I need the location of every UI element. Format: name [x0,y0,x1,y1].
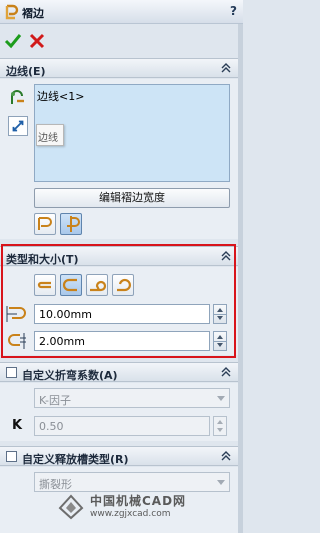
hem-inside-button[interactable] [34,213,56,235]
edge-select-icon [11,90,24,104]
bend-allowance-section-title: 自定义折弯系数(A) [22,369,118,382]
window-title: 褶边 [22,7,44,20]
relief-type-checkbox[interactable] [6,451,17,462]
hem-outside-button[interactable] [60,213,82,235]
right-edge-scrollbar[interactable] [238,24,243,533]
bend-allowance-type-select: K-因子 [34,388,230,408]
chevron-down-icon [217,396,225,401]
bend-allowance-checkbox[interactable] [6,367,17,378]
collapse-chevron-icon[interactable] [220,62,232,74]
hem-feature-icon [5,4,19,20]
watermark-url: www.zgjxcad.com [90,509,171,519]
relief-type-select: 撕裂形 [34,472,230,492]
watermark-text: 中国机械CAD网 [90,494,187,508]
site-watermark: 中国机械CAD网 www.zgjxcad.com [56,490,196,524]
k-factor-spinner [213,416,227,436]
chevron-down-icon [217,480,225,485]
collapse-chevron-icon[interactable] [220,366,232,378]
relief-section-header[interactable]: 自定义释放槽类型(R) [0,446,238,466]
edges-section-title: 边线(E) [6,65,46,78]
cancel-x-icon[interactable] [28,32,46,50]
edges-section-header[interactable]: 边线(E) [0,58,238,78]
hem-outside-icon [67,216,80,232]
bend-allowance-section-header[interactable]: 自定义折弯系数(A) [0,362,238,382]
bend-allowance-type-value: K-因子 [39,394,72,407]
property-manager-titlebar: 褶边 ? [0,0,243,24]
help-icon[interactable]: ? [230,4,237,18]
hem-inside-icon [38,217,52,230]
collapse-chevron-icon[interactable] [220,450,232,462]
ok-check-icon[interactable] [4,32,22,50]
highlight-frame [1,244,236,358]
edit-hem-width-button[interactable]: 编辑褶边宽度 [34,188,230,208]
list-item[interactable]: 边线<1> [37,88,84,104]
watermark-logo-icon [58,494,84,520]
relief-section-title: 自定义释放槽类型(R) [22,453,129,466]
edge-tooltip: 边线 [36,124,64,146]
k-factor-label: K [12,418,23,433]
reverse-direction-icon[interactable] [8,116,28,136]
k-factor-input: 0.50 [34,416,210,436]
